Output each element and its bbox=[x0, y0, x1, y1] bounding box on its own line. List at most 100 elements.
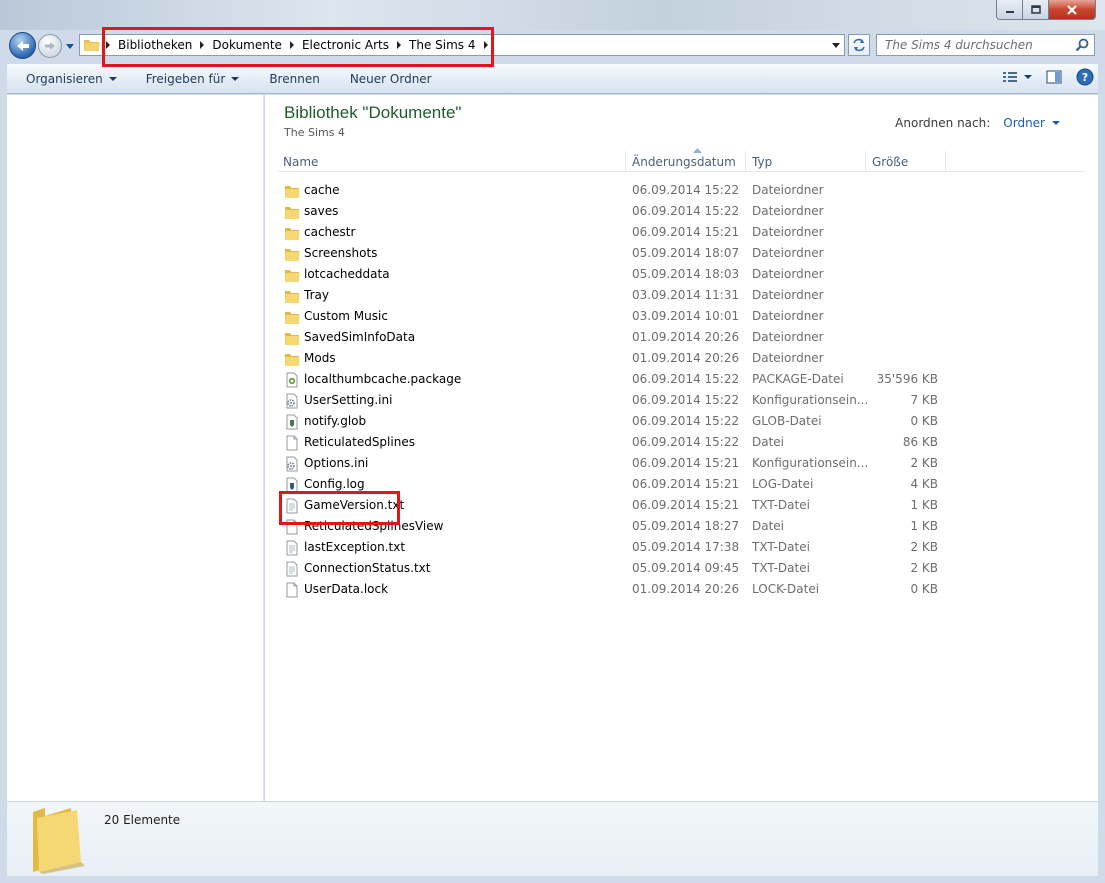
file-row[interactable]: Custom Music 03.09.2014 10:01 Dateiordner bbox=[277, 306, 977, 327]
file-row[interactable]: cachestr 06.09.2014 15:21 Dateiordner bbox=[277, 222, 977, 243]
file-size: 0 KB bbox=[910, 414, 938, 428]
arrange-by-dropdown[interactable]: Ordner bbox=[1003, 116, 1060, 130]
minimize-button[interactable] bbox=[996, 0, 1023, 20]
chevron-down-icon[interactable] bbox=[830, 39, 842, 51]
file-date: 05.09.2014 17:38 bbox=[632, 540, 740, 554]
text-file-icon bbox=[286, 540, 298, 556]
refresh-icon bbox=[853, 38, 865, 52]
file-row[interactable]: Mods 01.09.2014 20:26 Dateiordner bbox=[277, 348, 977, 369]
file-row[interactable]: cache 06.09.2014 15:22 Dateiordner bbox=[277, 180, 977, 201]
share-with-button[interactable]: Freigeben für bbox=[146, 72, 240, 86]
item-count: 20 Elemente bbox=[104, 813, 181, 827]
column-header-date[interactable]: Änderungsdatum bbox=[632, 155, 736, 169]
folder-icon bbox=[285, 270, 300, 282]
folder-icon bbox=[285, 354, 300, 366]
file-name: ReticulatedSplinesView bbox=[304, 519, 444, 533]
search-box bbox=[876, 34, 1095, 56]
settings-file-icon bbox=[286, 393, 298, 409]
file-row[interactable]: notify.glob 06.09.2014 15:22 GLOB-Datei 0 K… bbox=[277, 411, 977, 432]
file-name: lastException.txt bbox=[304, 540, 406, 554]
file-date: 03.09.2014 11:31 bbox=[632, 288, 740, 302]
file-name: Config.log bbox=[304, 477, 365, 491]
file-type: Konfigurationsein... bbox=[752, 456, 869, 470]
file-name: GameVersion.txt bbox=[304, 498, 405, 512]
file-row[interactable]: ReticulatedSplines 06.09.2014 15:22 Datei 8… bbox=[277, 432, 977, 453]
file-row[interactable]: localthumbcache.package 06.09.2014 15:22 P… bbox=[277, 369, 977, 390]
column-divider[interactable] bbox=[745, 151, 746, 171]
chevron-right-icon[interactable] bbox=[101, 38, 115, 52]
burn-button[interactable]: Brennen bbox=[269, 72, 319, 86]
refresh-button[interactable] bbox=[848, 34, 870, 56]
folder-icon bbox=[285, 228, 300, 240]
column-divider[interactable] bbox=[945, 151, 946, 171]
chevron-right-icon[interactable] bbox=[285, 38, 299, 52]
file-row[interactable]: Screenshots 05.09.2014 18:07 Dateiordner bbox=[277, 243, 977, 264]
organize-button[interactable]: Organisieren bbox=[26, 72, 117, 86]
column-divider[interactable] bbox=[625, 151, 626, 171]
chevron-right-icon[interactable] bbox=[392, 38, 406, 52]
file-type: Dateiordner bbox=[752, 204, 824, 218]
help-button[interactable]: ? bbox=[1076, 68, 1094, 86]
file-date: 06.09.2014 15:22 bbox=[632, 183, 740, 197]
file-date: 06.09.2014 15:21 bbox=[632, 225, 740, 239]
file-type: TXT-Datei bbox=[752, 561, 810, 575]
file-row[interactable]: ConnectionStatus.txt 05.09.2014 09:45 TXT-… bbox=[277, 558, 977, 579]
file-type: Dateiordner bbox=[752, 267, 824, 281]
file-type: Datei bbox=[752, 435, 785, 449]
change-view-button[interactable] bbox=[1002, 70, 1032, 84]
file-name: Custom Music bbox=[304, 309, 388, 323]
file-name: Screenshots bbox=[304, 246, 378, 260]
file-row[interactable]: UserSetting.ini 06.09.2014 15:22 Konfigura… bbox=[277, 390, 977, 411]
file-name: notify.glob bbox=[304, 414, 367, 428]
breadcrumb-item[interactable]: The Sims 4 bbox=[406, 38, 478, 52]
file-row[interactable]: ReticulatedSplinesView 05.09.2014 18:27 Da… bbox=[277, 516, 977, 537]
file-row[interactable]: Config.log 06.09.2014 15:21 LOG-Datei 4 KB bbox=[277, 474, 977, 495]
file-row[interactable]: Tray 03.09.2014 11:31 Dateiordner bbox=[277, 285, 977, 306]
file-date: 01.09.2014 20:26 bbox=[632, 330, 740, 344]
file-name: Options.ini bbox=[304, 456, 369, 470]
column-header-name[interactable]: Name bbox=[283, 155, 318, 169]
file-date: 05.09.2014 09:45 bbox=[632, 561, 740, 575]
package-file-icon bbox=[286, 372, 298, 388]
navigation-pane[interactable] bbox=[7, 95, 264, 801]
arrange-by: Anordnen nach: Ordner bbox=[895, 116, 1060, 130]
recent-pages-dropdown-icon[interactable] bbox=[65, 41, 75, 51]
forward-button[interactable] bbox=[38, 34, 62, 58]
new-folder-button[interactable]: Neuer Ordner bbox=[350, 72, 432, 86]
file-icon bbox=[286, 435, 298, 451]
file-icon bbox=[286, 582, 298, 598]
breadcrumb-item[interactable]: Electronic Arts bbox=[299, 38, 392, 52]
file-type: Dateiordner bbox=[752, 288, 824, 302]
address-bar[interactable]: Bibliotheken Dokumente Electronic Arts T… bbox=[79, 34, 845, 56]
search-input[interactable] bbox=[885, 38, 1075, 52]
column-headers: Name Änderungsdatum Typ Größe bbox=[277, 148, 1085, 172]
file-size: 7 KB bbox=[910, 393, 938, 407]
file-row[interactable]: Options.ini 06.09.2014 15:21 Konfiguration… bbox=[277, 453, 977, 474]
file-row[interactable]: GameVersion.txt 06.09.2014 15:21 TXT-Datei… bbox=[277, 495, 977, 516]
column-header-type[interactable]: Typ bbox=[752, 155, 772, 169]
file-row[interactable]: SavedSimInfoData 01.09.2014 20:26 Dateiord… bbox=[277, 327, 977, 348]
breadcrumb-item[interactable]: Bibliotheken bbox=[115, 38, 195, 52]
maximize-button[interactable] bbox=[1023, 0, 1049, 20]
chevron-right-icon[interactable] bbox=[479, 38, 493, 52]
chevron-right-icon[interactable] bbox=[195, 38, 209, 52]
file-icon bbox=[286, 519, 298, 535]
file-name: localthumbcache.package bbox=[304, 372, 462, 386]
column-header-size[interactable]: Größe bbox=[872, 155, 908, 169]
folder-icon bbox=[84, 40, 100, 51]
file-row[interactable]: lotcacheddata 05.09.2014 18:03 Dateiordner bbox=[277, 264, 977, 285]
file-row[interactable]: lastException.txt 05.09.2014 17:38 TXT-Dat… bbox=[277, 537, 977, 558]
column-divider[interactable] bbox=[865, 151, 866, 171]
file-size: 4 KB bbox=[910, 477, 938, 491]
preview-pane-button[interactable] bbox=[1046, 70, 1062, 84]
burn-label: Brennen bbox=[269, 71, 320, 86]
file-row[interactable]: saves 06.09.2014 15:22 Dateiordner bbox=[277, 201, 977, 222]
search-icon[interactable] bbox=[1075, 38, 1089, 52]
folder-icon bbox=[285, 249, 300, 261]
close-button[interactable] bbox=[1049, 0, 1096, 20]
file-type: Dateiordner bbox=[752, 330, 824, 344]
file-row[interactable]: UserData.lock 01.09.2014 20:26 LOCK-Datei 0… bbox=[277, 579, 977, 600]
breadcrumb-item[interactable]: Dokumente bbox=[209, 38, 285, 52]
file-date: 06.09.2014 15:22 bbox=[632, 414, 740, 428]
back-button[interactable] bbox=[9, 32, 36, 59]
